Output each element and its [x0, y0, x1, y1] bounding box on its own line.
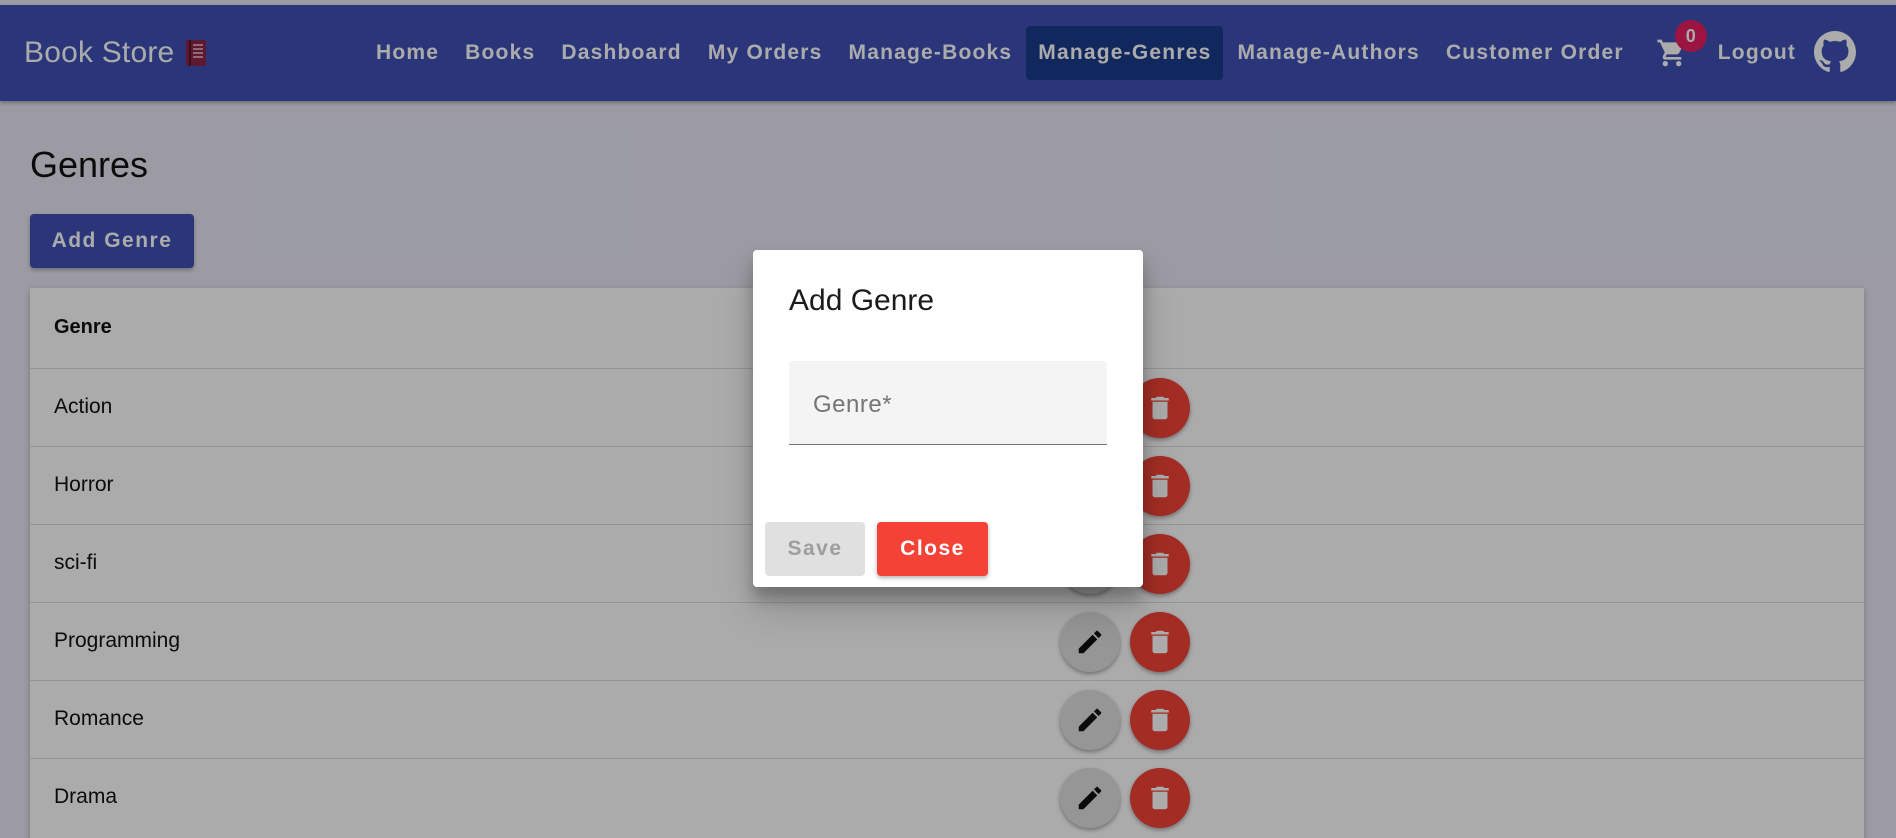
add-genre-dialog: Add Genre Genre* Save Close — [753, 250, 1143, 587]
genre-field[interactable]: Genre* — [789, 361, 1107, 445]
close-button[interactable]: Close — [877, 522, 988, 576]
dialog-title: Add Genre — [789, 284, 935, 317]
genre-input[interactable] — [789, 361, 1107, 444]
save-button[interactable]: Save — [765, 522, 865, 576]
